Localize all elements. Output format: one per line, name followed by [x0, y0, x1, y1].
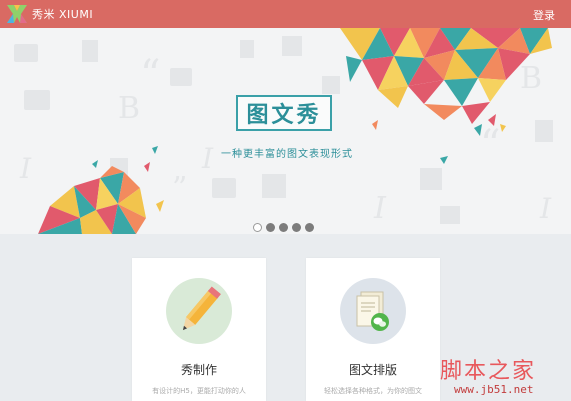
svg-text:B: B: [520, 61, 542, 96]
card-title: 秀制作: [180, 363, 217, 377]
background-pattern: B “ I I I “ B I ”: [14, 28, 553, 234]
svg-text:I: I: [19, 152, 32, 185]
polygon-art-top-right: [340, 28, 552, 164]
card-icon-circle: [166, 278, 232, 344]
logo-text: 秀米 XIUMI: [32, 8, 94, 21]
banner-title: 图文秀: [246, 103, 322, 128]
svg-text:I: I: [373, 191, 387, 226]
svg-text:B: B: [118, 91, 140, 126]
card-description: 轻松选择各种格式，为你的图文: [324, 387, 422, 395]
logo[interactable]: 秀米 XIUMI: [6, 4, 93, 24]
carousel-dot-2[interactable]: [266, 223, 275, 232]
banner-subtitle: 一种更丰富的图文表现形式: [221, 149, 353, 160]
carousel-dot-4[interactable]: [292, 223, 301, 232]
xiumi-logo-icon: [7, 5, 27, 23]
login-button[interactable]: 登录: [533, 7, 555, 23]
svg-text:”: ”: [172, 171, 187, 206]
hero-banner: B “ I I I “ B I ” 图文秀 一种更丰富的图文表现形式: [0, 28, 571, 234]
watermark: 脚本之家 www.jb51.net: [440, 353, 570, 399]
carousel-dot-1[interactable]: [253, 223, 262, 232]
polygon-art-bottom-left: [38, 146, 164, 234]
svg-text:“: “: [140, 52, 160, 98]
watermark-url: www.jb51.net: [454, 383, 534, 396]
card-description: 有设计的H5，更能打动你的人: [152, 387, 246, 395]
svg-text:I: I: [539, 192, 552, 225]
carousel-dot-5[interactable]: [305, 223, 314, 232]
banner-title-box: 图文秀: [236, 95, 332, 131]
card-icon-circle: [340, 278, 406, 344]
carousel-dots: [253, 223, 314, 232]
card-title: 图文排版: [348, 363, 397, 377]
carousel-dot-3[interactable]: [279, 223, 288, 232]
watermark-text: 脚本之家: [440, 359, 537, 384]
top-bar: 秀米 XIUMI 登录: [0, 0, 571, 28]
pencil-icon: [182, 286, 221, 331]
document-wechat-icon: [356, 291, 389, 331]
svg-text:“: “: [480, 122, 500, 168]
card-tuwen-paiban[interactable]: 图文排版 轻松选择各种格式，为你的图文: [306, 258, 440, 401]
card-xiu-zhizuo[interactable]: 秀制作 有设计的H5，更能打动你的人: [132, 258, 266, 401]
